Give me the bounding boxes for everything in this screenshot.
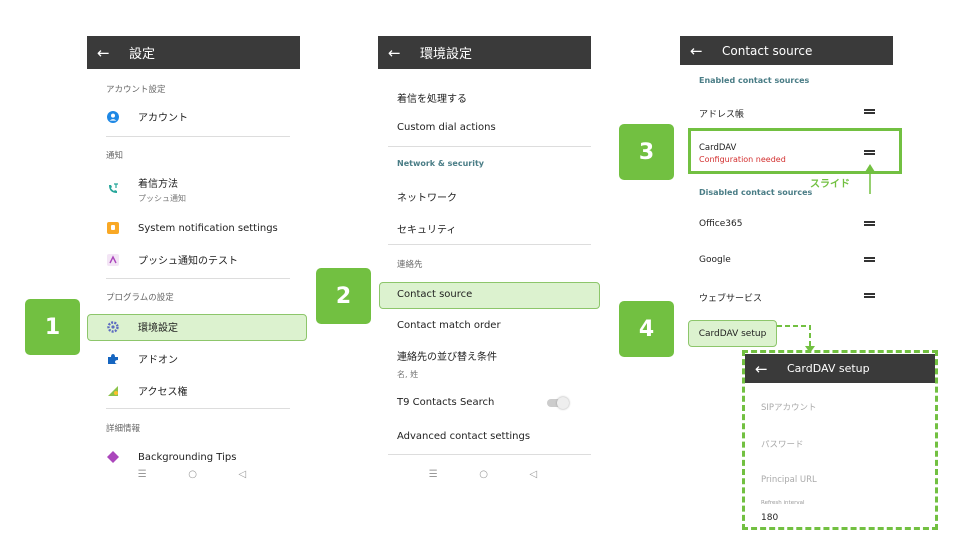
section-header-account: アカウント設定 bbox=[106, 85, 166, 95]
divider bbox=[388, 454, 591, 455]
highlight-overlay-label: 環境設定 bbox=[106, 319, 178, 334]
menu-item-label: 連絡先の並び替え条件 bbox=[397, 352, 497, 363]
page-title: Contact source bbox=[722, 43, 813, 58]
source-addressbook[interactable]: アドレス帳 bbox=[699, 107, 744, 120]
preferences-screen: ← 環境設定 着信を処理する Custom dial actions Netwo… bbox=[378, 36, 591, 488]
tips-icon bbox=[106, 450, 120, 464]
menu-item-addon[interactable]: アドオン bbox=[106, 351, 178, 366]
notification-settings-icon bbox=[106, 221, 120, 235]
button-label: CardDAV setup bbox=[698, 328, 767, 339]
menu-item-incoming-method[interactable]: 着信方法 プッシュ通知 bbox=[106, 175, 186, 204]
menu-item-sort[interactable]: 連絡先の並び替え条件 名, 姓 bbox=[397, 348, 497, 380]
android-nav-bar: ☰ ○ ◁ bbox=[408, 466, 558, 482]
access-key-icon bbox=[106, 384, 120, 398]
connector-arrow-icon bbox=[777, 325, 815, 353]
divider bbox=[106, 278, 290, 279]
section-header-program: プログラムの設定 bbox=[106, 293, 174, 303]
app-bar: ← Contact source bbox=[680, 36, 893, 65]
menu-item-account[interactable]: アカウント bbox=[106, 109, 188, 124]
menu-item-label: アドオン bbox=[138, 355, 178, 366]
recent-apps-icon[interactable]: ☰ bbox=[429, 469, 438, 480]
t9-toggle-switch[interactable] bbox=[547, 396, 569, 409]
menu-item-custom-dial[interactable]: Custom dial actions bbox=[397, 122, 496, 133]
divider bbox=[388, 146, 591, 147]
menu-item-sublabel: プッシュ通知 bbox=[138, 194, 186, 203]
app-bar: ← 環境設定 bbox=[378, 36, 591, 69]
section-header-enabled: Enabled contact sources bbox=[699, 76, 810, 85]
home-icon[interactable]: ○ bbox=[188, 469, 197, 480]
menu-item-access[interactable]: アクセス権 bbox=[106, 383, 188, 398]
menu-item-label: アクセス権 bbox=[138, 387, 188, 398]
drag-handle-icon[interactable] bbox=[864, 109, 875, 114]
home-icon[interactable]: ○ bbox=[479, 469, 488, 480]
source-google[interactable]: Google bbox=[699, 255, 731, 265]
source-webservice[interactable]: ウェブサービス bbox=[699, 291, 762, 304]
menu-item-t9[interactable]: T9 Contacts Search bbox=[397, 396, 569, 409]
section-header-details: 詳細情報 bbox=[106, 424, 141, 434]
slide-up-arrow-icon bbox=[865, 164, 875, 194]
back-arrow-icon[interactable]: ← bbox=[97, 44, 119, 62]
menu-item-advanced[interactable]: Advanced contact settings bbox=[397, 431, 530, 442]
menu-item-label: 着信方法 bbox=[138, 179, 178, 190]
section-header-network: Network & security bbox=[397, 159, 484, 168]
page-title: 設定 bbox=[129, 47, 156, 62]
carddav-setup-dashed-frame bbox=[742, 350, 938, 530]
step-badge-1: 1 bbox=[25, 299, 80, 355]
settings-screen: ← 設定 アカウント設定 アカウント 通知 着信方法 プッシュ通知 System… bbox=[87, 36, 300, 488]
source-office365[interactable]: Office365 bbox=[699, 219, 742, 229]
gear-icon bbox=[106, 320, 120, 334]
step-badge-3: 3 bbox=[619, 124, 674, 180]
divider bbox=[106, 408, 290, 409]
section-header-contacts: 連絡先 bbox=[397, 260, 423, 270]
drag-handle-icon[interactable] bbox=[864, 257, 875, 262]
menu-item-label: T9 Contacts Search bbox=[397, 397, 495, 408]
divider bbox=[106, 136, 290, 137]
puzzle-icon bbox=[106, 352, 120, 366]
recent-apps-icon[interactable]: ☰ bbox=[138, 469, 147, 480]
app-bar: ← 設定 bbox=[87, 36, 300, 69]
back-arrow-icon[interactable]: ← bbox=[690, 42, 712, 60]
step-badge-4: 4 bbox=[619, 301, 674, 357]
menu-item-sublabel: 名, 姓 bbox=[397, 370, 419, 379]
back-nav-icon[interactable]: ◁ bbox=[239, 469, 247, 480]
page-title: 環境設定 bbox=[420, 47, 473, 62]
menu-item-label: プッシュ通知のテスト bbox=[138, 256, 238, 267]
section-header-notify: 通知 bbox=[106, 151, 124, 161]
back-arrow-icon[interactable]: ← bbox=[388, 44, 410, 62]
menu-item-match-order[interactable]: Contact match order bbox=[397, 320, 501, 331]
divider bbox=[388, 244, 591, 245]
toggle-knob bbox=[557, 396, 569, 409]
phone-incoming-icon bbox=[106, 182, 120, 196]
menu-item-bg-tips[interactable]: Backgrounding Tips bbox=[106, 450, 236, 464]
menu-item-network[interactable]: ネットワーク bbox=[397, 189, 457, 204]
push-test-icon bbox=[106, 253, 120, 267]
menu-item-label: Backgrounding Tips bbox=[138, 451, 237, 463]
slide-label: スライド bbox=[810, 179, 850, 190]
drag-handle-icon[interactable] bbox=[864, 221, 875, 226]
drag-handle-icon[interactable] bbox=[864, 293, 875, 298]
back-nav-icon[interactable]: ◁ bbox=[530, 469, 538, 480]
menu-item-contact-source[interactable]: Contact source bbox=[397, 289, 472, 300]
menu-item-label: System notification settings bbox=[138, 222, 278, 234]
android-nav-bar: ☰ ○ ◁ bbox=[117, 466, 267, 482]
section-header-disabled: Disabled contact sources bbox=[699, 188, 813, 197]
menu-item-push-test[interactable]: プッシュ通知のテスト bbox=[106, 252, 238, 267]
menu-item-security[interactable]: セキュリティ bbox=[397, 221, 456, 236]
menu-item-handle-call[interactable]: 着信を処理する bbox=[397, 90, 467, 105]
menu-item-system-notification[interactable]: System notification settings bbox=[106, 221, 278, 235]
account-circle-icon bbox=[106, 110, 120, 124]
menu-item-label: 環境設定 bbox=[138, 323, 178, 334]
menu-item-label: アカウント bbox=[138, 113, 188, 124]
carddav-setup-button[interactable]: CardDAV setup bbox=[688, 320, 777, 347]
step-badge-2: 2 bbox=[316, 268, 371, 324]
